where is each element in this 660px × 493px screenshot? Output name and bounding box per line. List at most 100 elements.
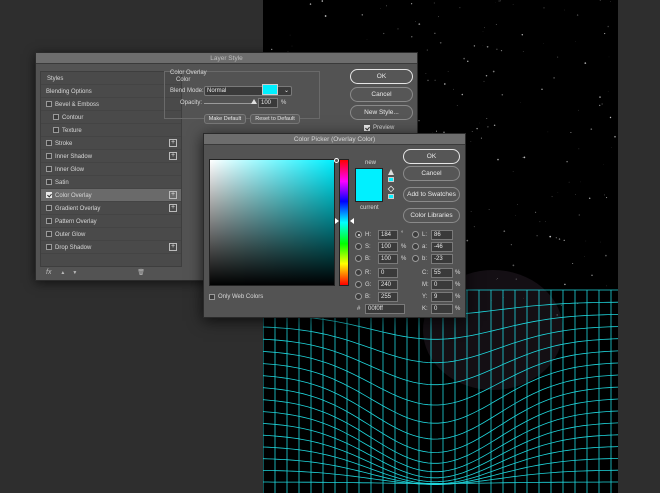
overlay-color-swatch[interactable] [262, 84, 278, 95]
hex-field[interactable]: 00f0ff [365, 304, 405, 314]
add-style-plus-icon[interactable]: + [169, 191, 177, 199]
r-field[interactable]: 0 [378, 268, 398, 278]
style-item-drop-shadow[interactable]: Drop Shadow + [41, 241, 181, 254]
out-of-gamut-warning-icon[interactable] [388, 169, 394, 175]
hue-slider[interactable] [339, 159, 349, 286]
b-field[interactable]: 100 [378, 254, 398, 264]
color-libraries-button[interactable]: Color Libraries [403, 208, 460, 223]
add-style-plus-icon[interactable]: + [169, 152, 177, 160]
fx-icon[interactable]: fx [46, 269, 51, 276]
a-radio[interactable] [412, 243, 419, 250]
preview-checkbox[interactable] [364, 125, 370, 131]
picker-cancel-button[interactable]: Cancel [403, 166, 460, 181]
move-down-icon[interactable]: ▼ [72, 270, 77, 276]
m-label: M: [422, 282, 429, 288]
hue-slider-right-arrow[interactable] [350, 218, 354, 224]
style-item-label: Outer Glow [55, 232, 86, 238]
style-item-label: Texture [62, 128, 82, 134]
style-item-gradient-overlay[interactable]: Gradient Overlay + [41, 202, 181, 215]
m-field[interactable]: 0 [431, 280, 453, 290]
web-safe-swatch[interactable] [388, 194, 394, 199]
style-item-label: Stroke [55, 141, 73, 147]
style-item-label: Satin [55, 180, 69, 186]
only-web-colors-checkbox[interactable] [209, 294, 215, 300]
ok-button[interactable]: OK [350, 69, 413, 84]
style-item-color-overlay[interactable]: Color Overlay + [41, 189, 181, 202]
style-item-stroke[interactable]: Stroke + [41, 137, 181, 150]
gamut-swatch[interactable] [388, 177, 394, 182]
opacity-input[interactable]: 100 [258, 98, 278, 108]
style-item-contour[interactable]: Contour [41, 111, 181, 124]
l-radio[interactable] [412, 231, 419, 238]
color-picker-title: Color Picker (Overlay Color) [204, 134, 465, 145]
style-checkbox[interactable] [46, 231, 52, 237]
style-item-inner-glow[interactable]: Inner Glow [41, 163, 181, 176]
style-checkbox[interactable] [46, 101, 52, 107]
g-field[interactable]: 240 [378, 280, 398, 290]
style-item-texture[interactable]: Texture [41, 124, 181, 137]
lab-b-field[interactable]: -23 [431, 254, 453, 264]
move-up-icon[interactable]: ▲ [60, 270, 65, 276]
h-label: H: [365, 232, 371, 238]
picker-ok-button[interactable]: OK [403, 149, 460, 164]
blue-label: B: [365, 294, 371, 300]
style-checkbox[interactable] [46, 179, 52, 185]
b-radio[interactable] [355, 255, 362, 262]
style-item-label: Drop Shadow [55, 245, 92, 251]
r-radio[interactable] [355, 269, 362, 276]
lab-b-radio[interactable] [412, 255, 419, 262]
y-field[interactable]: 9 [431, 292, 453, 302]
style-checkbox[interactable] [46, 140, 52, 146]
hue-slider-left-arrow[interactable] [335, 218, 339, 224]
s-field[interactable]: 100 [378, 242, 398, 252]
add-style-plus-icon[interactable]: + [169, 139, 177, 147]
h-radio[interactable] [355, 231, 362, 238]
style-item-pattern-overlay[interactable]: Pattern Overlay [41, 215, 181, 228]
cancel-button[interactable]: Cancel [350, 87, 413, 102]
c-label: C: [422, 270, 428, 276]
add-style-plus-icon[interactable]: + [169, 204, 177, 212]
opacity-slider-thumb[interactable] [251, 99, 257, 104]
reset-to-default-button[interactable]: Reset to Default [250, 114, 300, 124]
a-field[interactable]: -46 [431, 242, 453, 252]
color-subtitle: Color [176, 77, 191, 83]
style-checkbox[interactable] [46, 205, 52, 211]
opacity-slider-track[interactable] [204, 103, 254, 104]
styles-header[interactable]: Styles [41, 72, 181, 85]
blue-radio[interactable] [355, 293, 362, 300]
l-field[interactable]: 86 [431, 230, 453, 240]
style-item-outer-glow[interactable]: Outer Glow [41, 228, 181, 241]
style-item-blending-options[interactable]: Blending Options [41, 85, 181, 98]
web-safe-cube-icon[interactable] [387, 185, 395, 193]
s-radio[interactable] [355, 243, 362, 250]
style-checkbox[interactable] [46, 166, 52, 172]
style-checkbox[interactable] [53, 114, 59, 120]
style-checkbox[interactable] [53, 127, 59, 133]
style-item-inner-shadow[interactable]: Inner Shadow + [41, 150, 181, 163]
style-item-label: Contour [62, 115, 84, 121]
add-style-plus-icon[interactable]: + [169, 243, 177, 251]
style-item-label: Bevel & Emboss [55, 102, 100, 108]
k-field[interactable]: 0 [431, 304, 453, 314]
only-web-colors-label: Only Web Colors [218, 294, 264, 300]
m-unit: % [455, 282, 461, 288]
g-radio[interactable] [355, 281, 362, 288]
make-default-button[interactable]: Make Default [204, 114, 246, 124]
style-item-label: Color Overlay [55, 193, 92, 199]
add-to-swatches-button[interactable]: Add to Swatches [403, 187, 460, 202]
style-checkbox[interactable] [46, 244, 52, 250]
y-label: Y: [422, 294, 428, 300]
style-checkbox[interactable] [46, 153, 52, 159]
style-item-satin[interactable]: Satin [41, 176, 181, 189]
blend-mode-select[interactable]: Normal ⌄ [204, 86, 292, 96]
style-checkbox[interactable] [46, 192, 52, 198]
trash-icon[interactable]: 🗑 [137, 270, 145, 276]
new-style-button[interactable]: New Style... [350, 105, 413, 120]
style-checkbox[interactable] [46, 218, 52, 224]
c-field[interactable]: 55 [431, 268, 453, 278]
h-field[interactable]: 184 [378, 230, 398, 240]
saturation-brightness-field[interactable] [209, 158, 339, 286]
style-item-label: Blending Options [46, 89, 92, 95]
blue-field[interactable]: 255 [378, 292, 398, 302]
style-item-bevel-emboss[interactable]: Bevel & Emboss [41, 98, 181, 111]
